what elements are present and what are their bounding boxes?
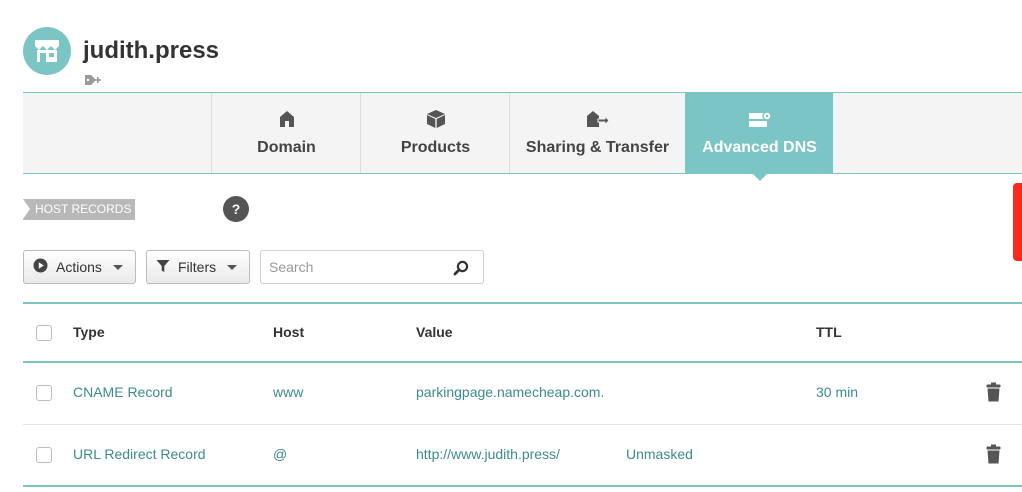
filters-button[interactable]: Filters — [146, 250, 250, 284]
record-value[interactable]: parkingpage.namecheap.com. — [416, 363, 604, 421]
column-header-value[interactable]: Value — [416, 304, 453, 361]
search-input[interactable] — [269, 257, 449, 277]
search-box — [260, 250, 484, 284]
filter-icon — [156, 259, 170, 276]
row-checkbox[interactable] — [36, 385, 52, 401]
select-all-checkbox[interactable] — [36, 325, 52, 341]
domain-title: judith.press — [83, 37, 220, 64]
table-row[interactable]: URL Redirect Record @ http://www.judith.… — [23, 425, 1022, 487]
storefront-icon — [23, 27, 71, 75]
feedback-tab[interactable] — [1013, 183, 1022, 261]
trash-icon[interactable] — [986, 382, 1001, 407]
tab-advanced-dns[interactable]: Advanced DNS — [685, 93, 833, 181]
active-tab-caret — [751, 173, 768, 181]
actions-label: Actions — [56, 259, 102, 275]
record-redirect-type[interactable]: Unmasked — [626, 425, 693, 483]
tab-label: Products — [400, 139, 471, 156]
host-records-table: Type Host Value TTL CNAME Record www par… — [23, 302, 1022, 487]
trash-icon[interactable] — [986, 444, 1001, 469]
tab-label: Domain — [257, 139, 316, 156]
column-header-type[interactable]: Type — [73, 304, 105, 361]
house-arrow-icon — [510, 108, 685, 130]
row-checkbox[interactable] — [36, 447, 52, 463]
server-gear-icon — [686, 108, 833, 130]
host-records-label: HOST RECORDS — [23, 199, 135, 220]
record-host[interactable]: @ — [273, 425, 287, 483]
record-host[interactable]: www — [273, 363, 303, 421]
tab-label: Advanced DNS — [702, 139, 817, 156]
tab-products[interactable]: Products — [360, 93, 510, 173]
play-circle-icon — [33, 258, 48, 276]
column-header-ttl[interactable]: TTL — [816, 304, 842, 361]
filters-label: Filters — [178, 259, 217, 275]
chevron-down-icon — [113, 265, 123, 270]
tab-label: Sharing & Transfer — [525, 139, 670, 156]
help-icon[interactable]: ? — [223, 196, 249, 222]
table-header: Type Host Value TTL — [23, 302, 1022, 363]
home-icon — [212, 108, 361, 130]
table-row[interactable]: CNAME Record www parkingpage.namecheap.c… — [23, 363, 1022, 425]
tab-sharing-transfer[interactable]: Sharing & Transfer — [509, 93, 685, 173]
tag-add-icon[interactable] — [84, 73, 102, 91]
box-icon — [361, 108, 510, 130]
chevron-down-icon — [227, 265, 237, 270]
column-header-host[interactable]: Host — [273, 304, 304, 361]
actions-button[interactable]: Actions — [23, 250, 136, 284]
record-type[interactable]: URL Redirect Record — [73, 425, 206, 483]
search-icon[interactable] — [453, 260, 469, 281]
record-ttl[interactable]: 30 min — [816, 363, 858, 421]
record-type[interactable]: CNAME Record — [73, 363, 173, 421]
tab-domain[interactable]: Domain — [211, 93, 361, 173]
domain-tabbar: Domain Products Sharing & Transfer Advan… — [23, 92, 1022, 181]
record-value[interactable]: http://www.judith.press/ — [416, 425, 560, 483]
